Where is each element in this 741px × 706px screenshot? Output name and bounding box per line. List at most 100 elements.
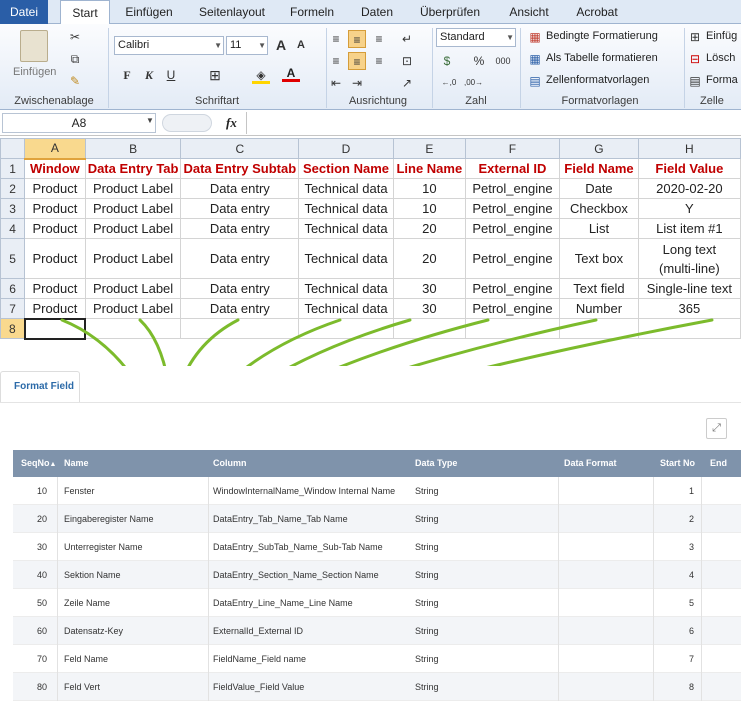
tab-ueberpruefen[interactable]: Überprüfen xyxy=(410,0,490,24)
formula-bar-splitter[interactable] xyxy=(162,114,212,132)
tab-ansicht[interactable]: Ansicht xyxy=(498,0,560,24)
increase-indent-icon[interactable]: ⇥ xyxy=(348,74,366,92)
tab-format-field[interactable]: Format Field xyxy=(0,371,80,403)
tab-datei[interactable]: Datei xyxy=(0,0,48,24)
column-header-e[interactable]: E xyxy=(392,138,466,159)
align-center-icon[interactable]: ≡ xyxy=(348,52,366,70)
font-name-combo[interactable]: Calibri ▼ xyxy=(114,36,224,55)
header-column[interactable]: Column xyxy=(213,450,247,477)
format-as-table-icon[interactable]: ▦ xyxy=(526,50,544,68)
font-size-combo[interactable]: 11 ▼ xyxy=(226,36,268,55)
table-row[interactable]: 10 Fenster WindowInternalName_Window Inter… xyxy=(13,477,741,505)
name-box[interactable]: A8 xyxy=(2,113,156,133)
fill-color-icon[interactable]: ◈ xyxy=(252,66,270,84)
align-middle-icon[interactable]: ≡ xyxy=(348,30,366,48)
row-header[interactable]: 5 xyxy=(0,238,26,279)
cell[interactable]: Technical data xyxy=(298,178,394,199)
tab-start[interactable]: Start xyxy=(60,0,110,25)
header-data-format[interactable]: Data Format xyxy=(564,450,617,477)
expand-icon[interactable]: ⤢ xyxy=(706,418,727,439)
header-cell[interactable]: External ID xyxy=(464,158,561,179)
cell[interactable]: 20 xyxy=(392,218,466,239)
copy-icon[interactable]: ⧉ xyxy=(66,50,84,68)
cell[interactable]: Data entry xyxy=(180,218,300,239)
cut-icon[interactable]: ✂ xyxy=(66,28,84,46)
format-cells-icon[interactable]: ▤ xyxy=(686,72,704,90)
orientation-icon[interactable]: ↗ xyxy=(398,74,416,92)
conditional-format-button[interactable]: Bedingte Formatierung xyxy=(546,30,658,42)
cell[interactable]: Data entry xyxy=(180,278,300,299)
cell[interactable]: Petrol_engine xyxy=(464,278,561,299)
column-header-c[interactable]: C xyxy=(180,138,300,159)
cell[interactable]: Checkbox xyxy=(559,198,639,219)
table-row[interactable]: 80 Feld Vert FieldValue_Field Value String 8 xyxy=(13,673,741,701)
cell[interactable]: Product Label xyxy=(84,238,182,279)
cell[interactable]: Petrol_engine xyxy=(464,198,561,219)
align-right-icon[interactable]: ≡ xyxy=(370,52,388,70)
column-header-b[interactable]: B xyxy=(84,138,182,159)
conditional-format-icon[interactable]: ▦ xyxy=(526,28,544,46)
insert-cells-icon[interactable]: ⊞ xyxy=(686,28,704,46)
cell[interactable]: Technical data xyxy=(298,218,394,239)
cell[interactable]: Product xyxy=(24,198,86,219)
table-row[interactable]: 50 Zeile Name DataEntry_Line_Name_Line Nam… xyxy=(13,589,741,617)
row-header[interactable]: 6 xyxy=(0,278,26,299)
number-format-combo[interactable]: Standard ▼ xyxy=(436,28,516,47)
percent-icon[interactable]: % xyxy=(470,52,488,70)
cell[interactable]: Product xyxy=(24,238,86,279)
thousands-icon[interactable]: 000 xyxy=(494,52,512,70)
header-seqno[interactable]: SeqNo▲ xyxy=(21,450,56,478)
grow-font-icon[interactable]: A xyxy=(272,36,290,54)
tab-seitenlayout[interactable]: Seitenlayout xyxy=(188,0,276,24)
table-row[interactable]: 40 Sektion Name DataEntry_Section_Name_Sec… xyxy=(13,561,741,589)
underline-button[interactable]: U xyxy=(162,66,180,84)
row-header[interactable]: 4 xyxy=(0,218,26,239)
cell[interactable]: Product Label xyxy=(84,178,182,199)
align-top-icon[interactable]: ≡ xyxy=(327,30,345,48)
cell[interactable]: Petrol_engine xyxy=(464,178,561,199)
font-color-icon[interactable]: A xyxy=(282,64,300,82)
table-row[interactable]: 60 Datensatz-Key ExternalId_External ID Str… xyxy=(13,617,741,645)
paste-button[interactable]: Einfügen xyxy=(13,66,56,78)
column-header-a[interactable]: A xyxy=(24,138,86,160)
paste-icon[interactable] xyxy=(20,30,48,62)
tab-daten[interactable]: Daten xyxy=(350,0,404,24)
cell[interactable]: Petrol_engine xyxy=(464,238,561,279)
cell[interactable]: Text field xyxy=(559,278,639,299)
header-cell[interactable]: Data Entry Tab xyxy=(84,158,182,179)
header-cell[interactable]: Data Entry Subtab xyxy=(180,158,300,179)
cell[interactable]: Product Label xyxy=(84,278,182,299)
italic-button[interactable]: K xyxy=(140,66,158,84)
chevron-down-icon[interactable]: ▼ xyxy=(146,116,154,125)
cell[interactable]: Date xyxy=(559,178,639,199)
delete-cells-button[interactable]: Lösch xyxy=(706,52,735,64)
header-name[interactable]: Name xyxy=(64,450,89,477)
format-as-table-button[interactable]: Als Tabelle formatieren xyxy=(546,52,658,64)
cell[interactable]: List xyxy=(559,218,639,239)
cell[interactable]: Technical data xyxy=(298,238,394,279)
align-bottom-icon[interactable]: ≡ xyxy=(370,30,388,48)
row-header[interactable]: 3 xyxy=(0,198,26,219)
header-cell[interactable]: Line Name xyxy=(392,158,466,179)
select-all-corner[interactable] xyxy=(0,138,26,159)
increase-decimal-icon[interactable]: ←,0 xyxy=(440,74,458,92)
cell[interactable]: Product Label xyxy=(84,198,182,219)
merge-cells-icon[interactable]: ⊡ xyxy=(398,52,416,70)
cell[interactable]: Product xyxy=(24,278,86,299)
cell[interactable]: Single-line text xyxy=(637,278,741,299)
header-data-type[interactable]: Data Type xyxy=(415,450,457,477)
cell-styles-icon[interactable]: ▤ xyxy=(526,72,544,90)
cell[interactable]: Product xyxy=(24,218,86,239)
table-row[interactable]: 30 Unterregister Name DataEntry_SubTab_Nam… xyxy=(13,533,741,561)
cell[interactable]: 10 xyxy=(392,178,466,199)
format-painter-icon[interactable]: ✎ xyxy=(66,72,84,90)
cell[interactable]: 10 xyxy=(392,198,466,219)
cell[interactable]: List item #1 xyxy=(637,218,741,239)
cell[interactable]: Long text (multi-line) xyxy=(637,238,741,279)
borders-icon[interactable]: ⊞ xyxy=(206,66,224,84)
header-cell[interactable]: Field Value xyxy=(637,158,741,179)
cell[interactable]: 2020-02-20 xyxy=(637,178,741,199)
cell-styles-button[interactable]: Zellenformatvorlagen xyxy=(546,74,649,86)
tab-acrobat[interactable]: Acrobat xyxy=(566,0,628,24)
table-row[interactable]: 70 Feld Name FieldName_Field name String 7 xyxy=(13,645,741,673)
